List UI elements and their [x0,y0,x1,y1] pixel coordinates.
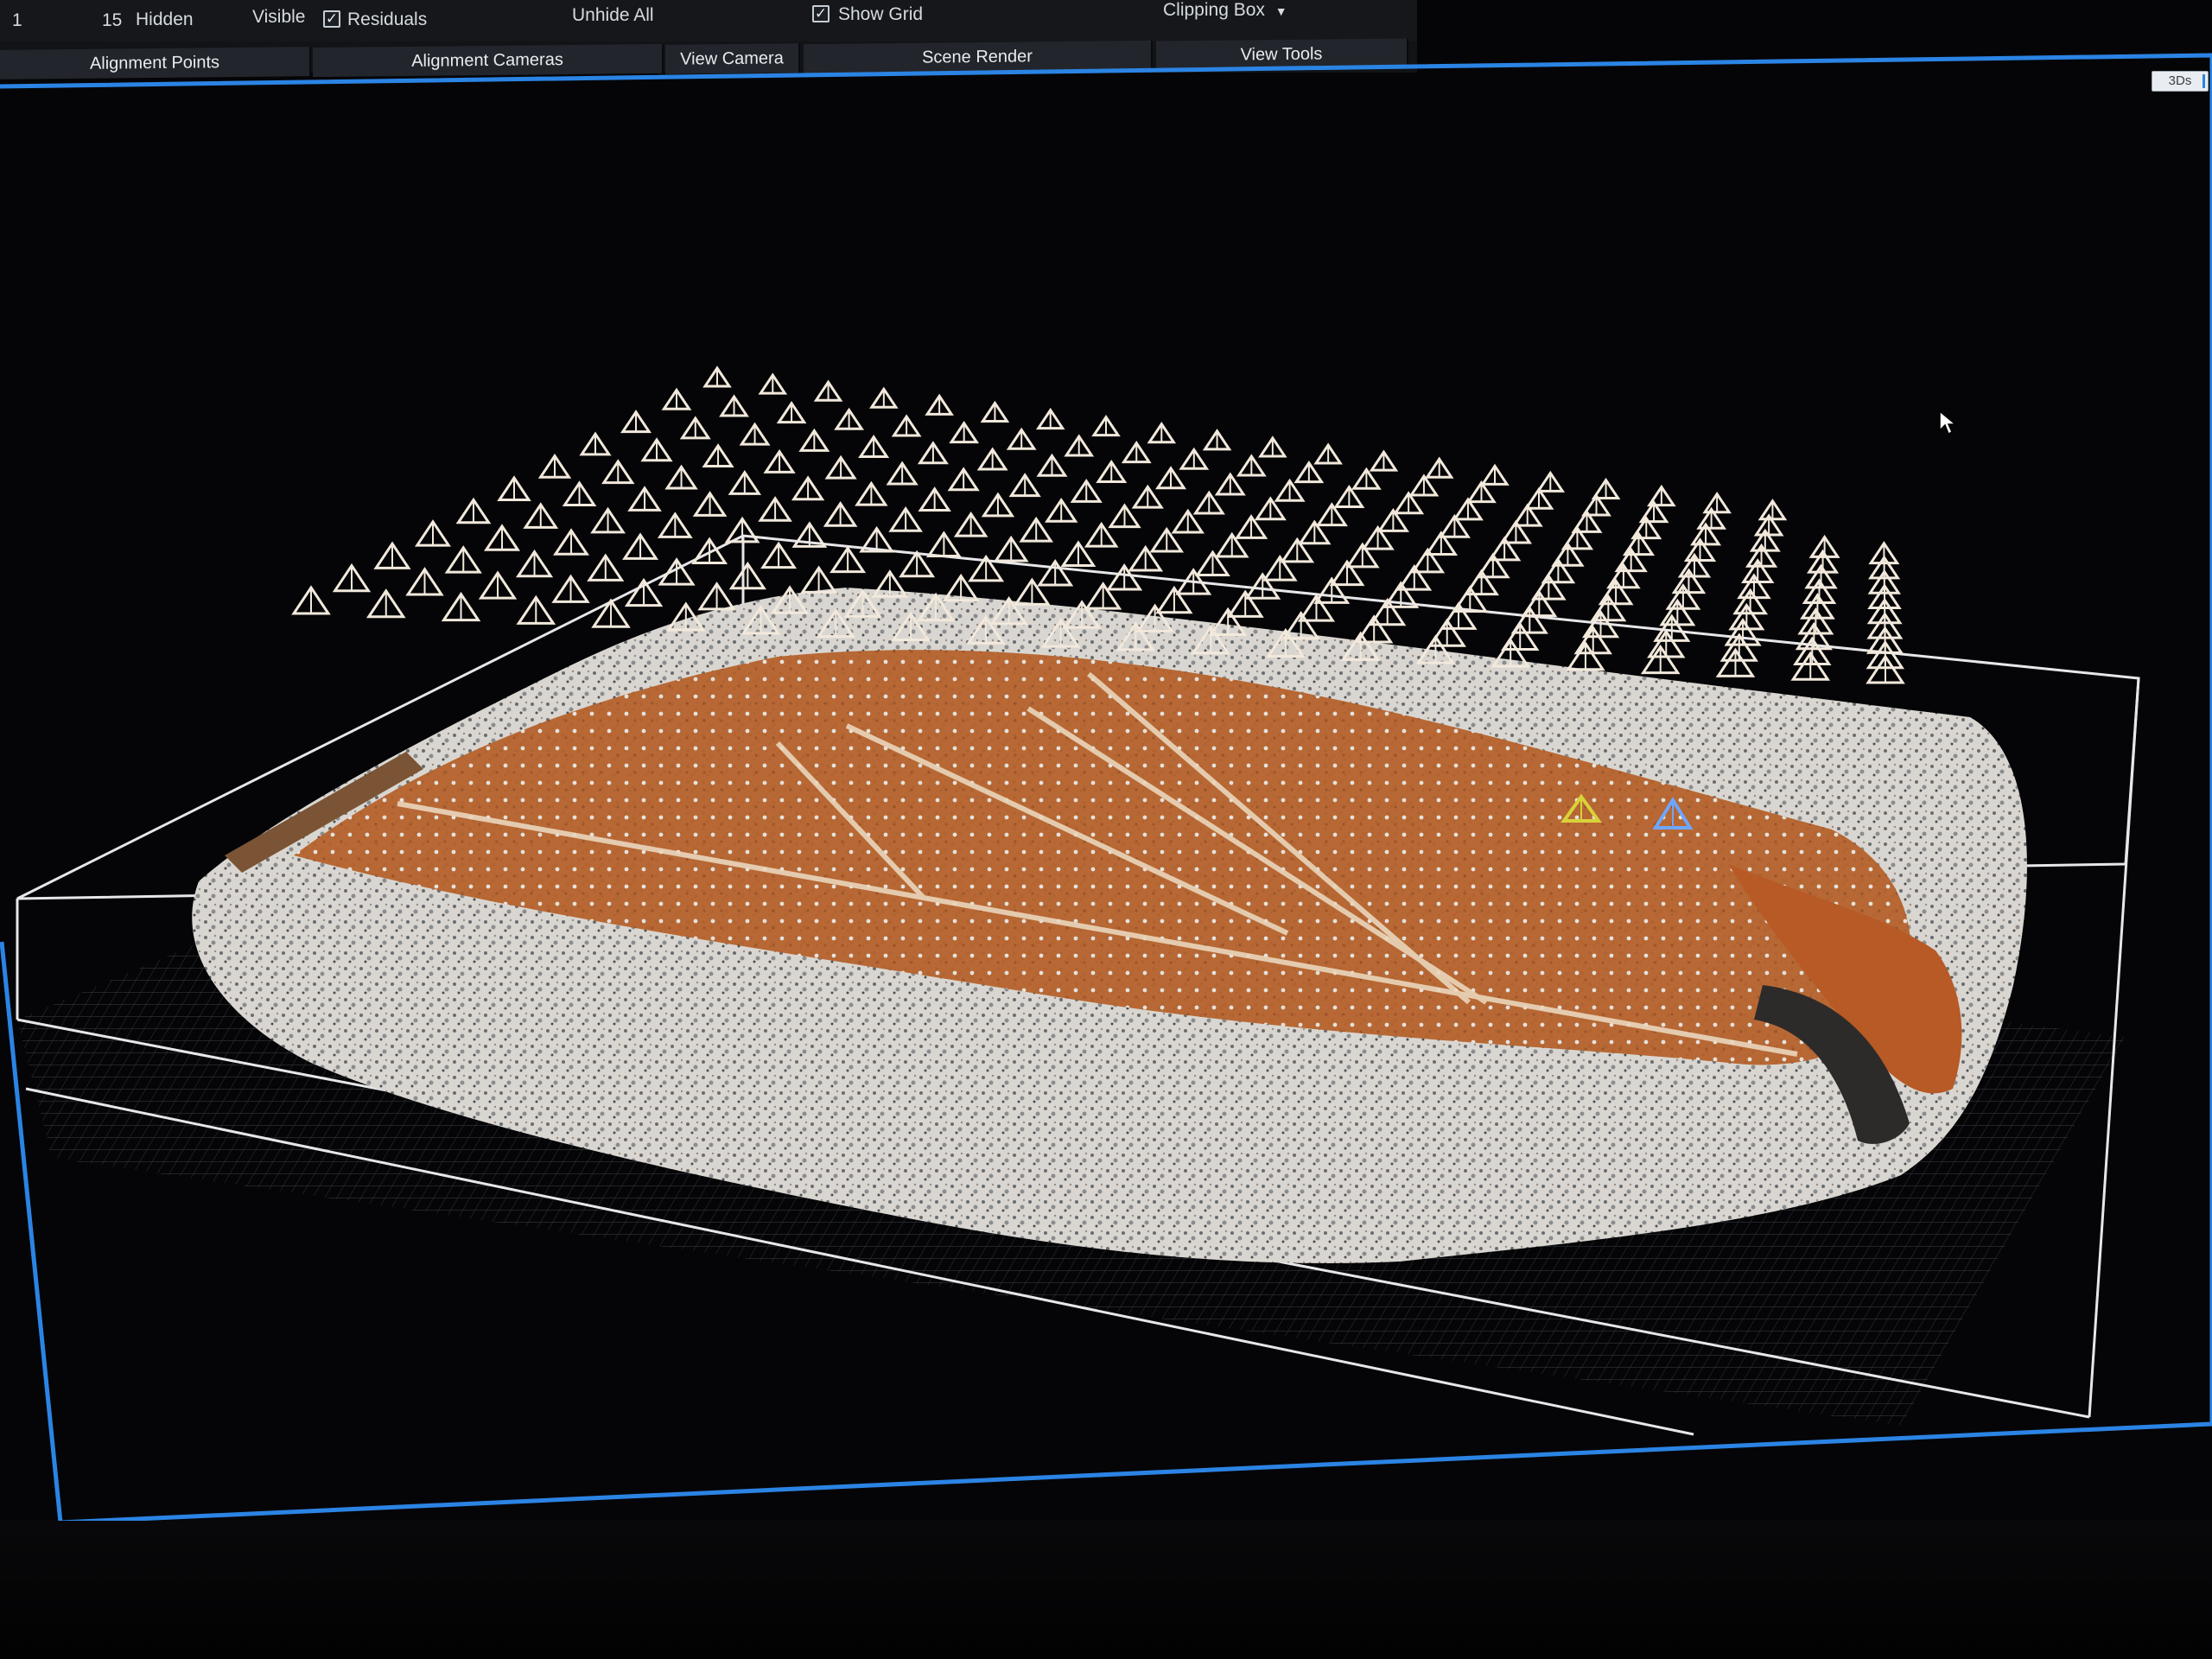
3d-viewport[interactable] [0,0,2212,1659]
mouse-cursor-icon [1939,410,1957,435]
scale-badge: 3Ds [2152,71,2209,92]
monitor-bezel [0,1521,2212,1659]
badge-accent [2202,74,2205,88]
